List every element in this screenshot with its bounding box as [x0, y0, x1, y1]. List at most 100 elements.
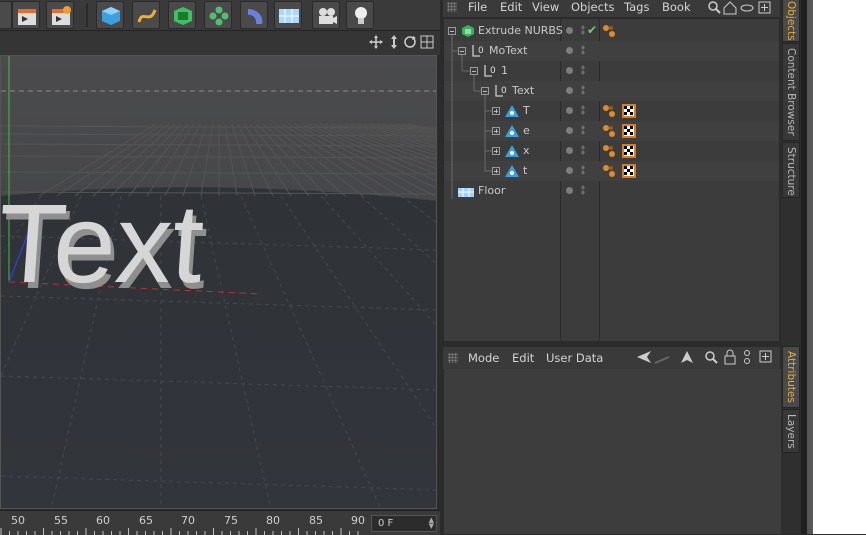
- texture-tag-icon[interactable]: [622, 104, 636, 118]
- editor-visibility-dots[interactable]: [581, 145, 585, 155]
- add-cube-button[interactable]: [96, 1, 124, 29]
- expand-toggle[interactable]: [492, 147, 500, 155]
- phong-tag-icon[interactable]: [603, 145, 615, 157]
- panel-grip-icon[interactable]: [447, 2, 457, 12]
- extrude-nurbs-icon: [462, 25, 474, 37]
- texture-tag-icon[interactable]: [622, 144, 636, 158]
- menu-edit[interactable]: Edit: [500, 0, 522, 14]
- render-settings-button[interactable]: [46, 1, 74, 29]
- toggle-view-icon[interactable]: [420, 35, 434, 49]
- text-3d-object[interactable]: Text: [1, 180, 208, 306]
- svg-text:0: 0: [501, 86, 507, 96]
- new-window-icon[interactable]: [758, 1, 771, 14]
- floor-icon: [458, 188, 474, 197]
- collapse-toggle[interactable]: [458, 47, 466, 55]
- menu-book[interactable]: Book: [662, 0, 691, 14]
- lock-icon[interactable]: [724, 349, 736, 365]
- enabled-checkmark-icon[interactable]: ✔: [587, 23, 597, 37]
- search-icon[interactable]: [708, 1, 721, 14]
- editor-visibility-dots[interactable]: [581, 45, 585, 55]
- collapse-toggle[interactable]: [470, 67, 478, 75]
- object-row-letter-x[interactable]: x: [444, 141, 779, 161]
- tab-structure[interactable]: Structure: [782, 142, 800, 198]
- add-mograph-button[interactable]: [204, 1, 232, 29]
- phong-tag-icon[interactable]: [603, 165, 615, 177]
- stepper-arrows-icon[interactable]: ▲ ▼: [429, 517, 434, 530]
- render-visibility-dot[interactable]: [566, 47, 573, 54]
- expand-toggle[interactable]: [492, 127, 500, 135]
- add-light-button[interactable]: [346, 1, 374, 29]
- 3d-viewport[interactable]: Text Text: [0, 55, 437, 509]
- object-name: MoText: [489, 44, 528, 57]
- object-row-letter-e[interactable]: e: [444, 121, 779, 141]
- editor-visibility-dots[interactable]: [581, 65, 585, 75]
- add-deformer-button[interactable]: [240, 1, 268, 29]
- collapse-toggle[interactable]: [448, 27, 456, 35]
- eye-icon[interactable]: [740, 4, 754, 12]
- rotate-view-icon[interactable]: [404, 36, 416, 48]
- home-icon[interactable]: [723, 1, 737, 15]
- search-icon[interactable]: [705, 351, 718, 364]
- menu-user-data[interactable]: User Data: [546, 351, 603, 365]
- render-visibility-dot[interactable]: [566, 87, 573, 94]
- add-scene-button[interactable]: [274, 1, 302, 29]
- object-tags: [603, 124, 636, 138]
- current-frame-field[interactable]: 0 F ▲ ▼: [371, 515, 437, 532]
- tab-content-browser[interactable]: Content Browser: [782, 43, 800, 141]
- texture-tag-icon[interactable]: [622, 164, 636, 178]
- texture-tag-icon[interactable]: [622, 124, 636, 138]
- editor-visibility-dots[interactable]: [581, 105, 585, 115]
- menu-file[interactable]: File: [468, 0, 487, 14]
- add-spline-button[interactable]: [132, 1, 160, 29]
- svg-text:0: 0: [490, 66, 496, 76]
- render-visibility-dot[interactable]: [566, 147, 573, 154]
- object-row-text[interactable]: 0 Text: [444, 81, 779, 101]
- menu-objects[interactable]: Objects: [571, 0, 614, 14]
- new-window-icon[interactable]: [759, 350, 772, 363]
- back-arrow-icon[interactable]: [637, 351, 651, 363]
- editor-visibility-dots[interactable]: [581, 125, 585, 135]
- expand-toggle[interactable]: [492, 167, 500, 175]
- nurbs-icon: [174, 7, 192, 25]
- collapse-toggle[interactable]: [481, 87, 489, 95]
- menu-edit[interactable]: Edit: [512, 351, 534, 365]
- render-visibility-dot[interactable]: [566, 167, 573, 174]
- render-visibility-dot[interactable]: [566, 107, 573, 114]
- settings-icon[interactable]: [744, 350, 750, 364]
- menu-tags[interactable]: Tags: [624, 0, 649, 14]
- phong-tag-icon[interactable]: [602, 24, 618, 38]
- object-row-letter-t[interactable]: t: [444, 161, 779, 181]
- tab-attributes[interactable]: Attributes: [782, 346, 800, 408]
- add-camera-button[interactable]: [312, 1, 340, 29]
- up-arrow-icon[interactable]: [681, 351, 693, 363]
- editor-visibility-dots[interactable]: [581, 25, 585, 35]
- render-view-button[interactable]: [12, 1, 40, 29]
- tab-objects[interactable]: Objects: [782, 0, 800, 42]
- tab-layers[interactable]: Layers: [782, 409, 800, 453]
- render-visibility-dot[interactable]: [566, 187, 573, 194]
- expand-toggle[interactable]: [492, 107, 500, 115]
- menu-view[interactable]: View: [532, 0, 559, 14]
- add-nurbs-button[interactable]: [168, 1, 196, 29]
- object-row-1[interactable]: 0 1: [444, 61, 779, 81]
- menu-mode[interactable]: Mode: [468, 351, 499, 365]
- object-row-letter-t-upper[interactable]: T: [444, 101, 779, 121]
- forward-arrow-icon[interactable]: [654, 356, 670, 364]
- object-row-extrude-nurbs[interactable]: Extrude NURBS ✔: [444, 21, 779, 41]
- zoom-view-icon[interactable]: [391, 35, 397, 49]
- move-view-icon[interactable]: [369, 35, 383, 49]
- tick-label: 90: [351, 514, 365, 527]
- editor-visibility-dots[interactable]: [581, 185, 585, 195]
- phong-tag-icon[interactable]: [603, 125, 615, 137]
- panel-grip-icon[interactable]: [448, 353, 458, 363]
- null-object-icon: 0: [484, 65, 496, 77]
- object-row-floor[interactable]: Floor: [444, 181, 779, 201]
- render-visibility-dot[interactable]: [566, 127, 573, 134]
- editor-visibility-dots[interactable]: [581, 165, 585, 175]
- object-row-motext[interactable]: 0 MoText: [444, 41, 779, 61]
- render-region-button[interactable]: [0, 1, 12, 29]
- render-visibility-dot[interactable]: [566, 67, 573, 74]
- editor-visibility-dots[interactable]: [581, 85, 585, 95]
- phong-tag-icon[interactable]: [603, 105, 615, 117]
- render-visibility-dot[interactable]: [566, 27, 573, 34]
